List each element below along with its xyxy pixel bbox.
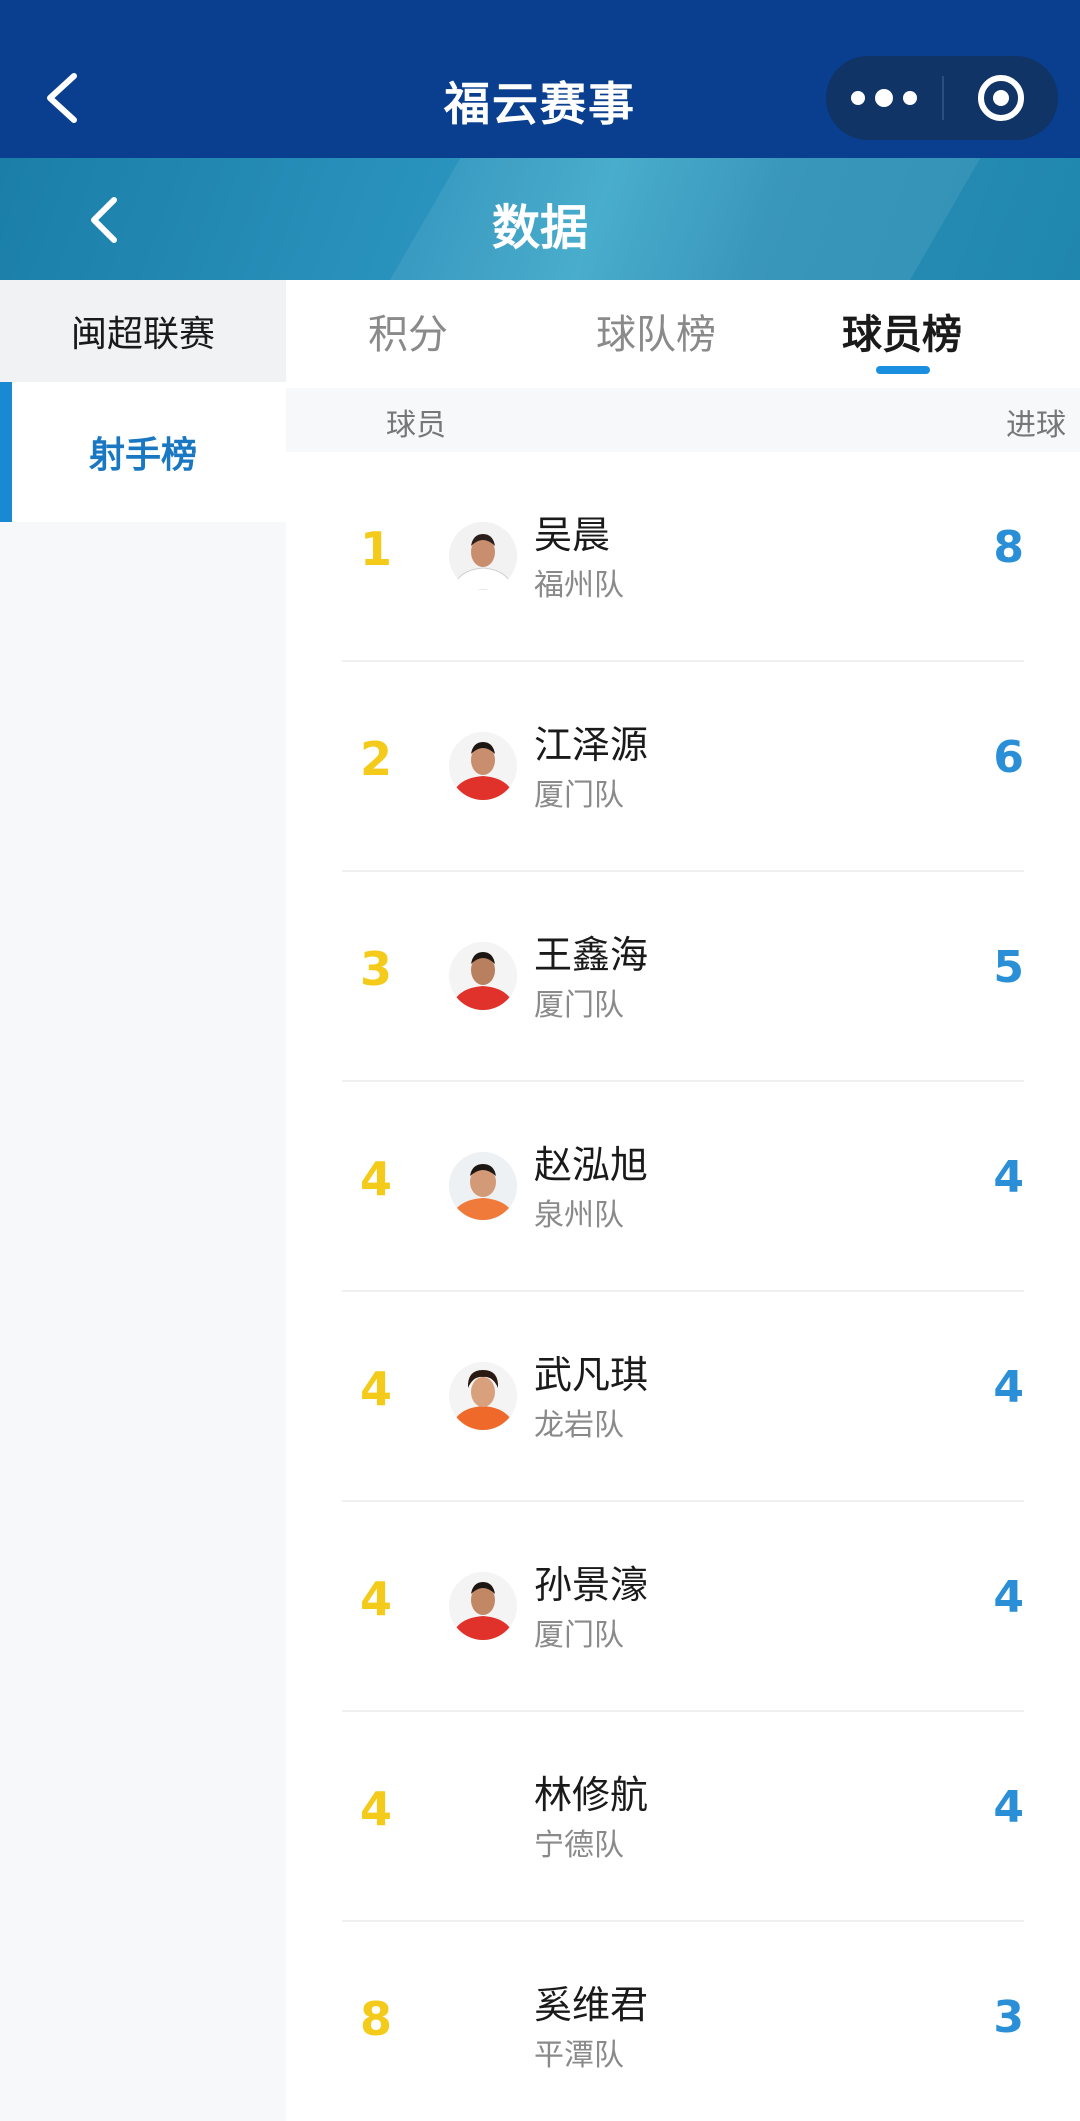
table-row[interactable]: 8 奚维君 平潭队 3 xyxy=(286,1922,1080,2121)
miniprogram-capsule xyxy=(826,56,1058,140)
player-name: 武凡琪 xyxy=(534,1353,649,1397)
team-name: 宁德队 xyxy=(534,1828,624,1863)
player-name: 江泽源 xyxy=(534,723,649,767)
player-name: 林修航 xyxy=(534,1773,649,1817)
player-name: 王鑫海 xyxy=(534,933,649,977)
team-name: 龙岩队 xyxy=(534,1408,624,1443)
player-name: 赵泓旭 xyxy=(534,1143,649,1187)
sidebar: 闽超联赛 射手榜 xyxy=(0,280,286,2121)
goal-count: 3 xyxy=(993,1992,1024,2043)
page-header: 数据 xyxy=(0,158,1080,280)
rank-number: 3 xyxy=(360,942,393,996)
table-row[interactable]: 2 江泽源 厦门队 6 xyxy=(286,662,1080,872)
main-panel: 积分 球队榜 球员榜 球员 进球 1 吴晨 福州队 8 2 江泽源 厦门队 6 xyxy=(286,280,1080,2121)
more-icon[interactable] xyxy=(826,56,942,140)
player-name: 奚维君 xyxy=(534,1983,649,2027)
rank-number: 4 xyxy=(360,1782,393,1836)
player-avatar-icon xyxy=(449,1362,517,1430)
rank-number: 2 xyxy=(360,732,393,786)
goal-count: 4 xyxy=(993,1572,1024,1623)
team-name: 厦门队 xyxy=(534,778,624,813)
tab-bar: 积分 球队榜 球员榜 xyxy=(286,280,1080,388)
table-row[interactable]: 4 林修航 宁德队 4 xyxy=(286,1712,1080,1922)
player-avatar-icon xyxy=(449,732,517,800)
tab-standings[interactable]: 积分 xyxy=(368,302,448,360)
player-name: 吴晨 xyxy=(534,513,611,557)
player-avatar-icon xyxy=(449,522,517,590)
team-name: 厦门队 xyxy=(534,988,624,1023)
rank-number: 8 xyxy=(360,1992,393,2046)
tab-player-ranking[interactable]: 球员榜 xyxy=(842,302,962,360)
team-name: 平潭队 xyxy=(534,2038,624,2073)
player-avatar-icon xyxy=(449,942,517,1010)
goal-count: 5 xyxy=(993,942,1024,993)
table-row[interactable]: 3 王鑫海 厦门队 5 xyxy=(286,872,1080,1082)
player-avatar-icon xyxy=(449,1572,517,1640)
rank-number: 4 xyxy=(360,1572,393,1626)
top-navigation-bar: 福云赛事 xyxy=(0,0,1080,158)
player-avatar-icon xyxy=(449,1152,517,1220)
tab-team-ranking[interactable]: 球队榜 xyxy=(596,302,716,360)
column-header-goals: 进球 xyxy=(1006,408,1066,443)
table-header: 球员 进球 xyxy=(286,388,1080,452)
table-row[interactable]: 4 赵泓旭 泉州队 4 xyxy=(286,1082,1080,1292)
team-name: 福州队 xyxy=(534,568,624,603)
rank-number: 4 xyxy=(360,1362,393,1416)
column-header-player: 球员 xyxy=(386,408,446,443)
page-title: 数据 xyxy=(491,200,588,256)
goal-count: 4 xyxy=(993,1362,1024,1413)
team-name: 泉州队 xyxy=(534,1198,624,1233)
sidebar-item-top-scorers[interactable]: 射手榜 xyxy=(0,382,286,522)
table-row[interactable]: 4 武凡琪 龙岩队 4 xyxy=(286,1292,1080,1502)
table-row[interactable]: 4 孙景濠 厦门队 4 xyxy=(286,1502,1080,1712)
team-name: 厦门队 xyxy=(534,1618,624,1653)
active-tab-indicator xyxy=(876,366,930,374)
player-name: 孙景濠 xyxy=(534,1563,649,1607)
sidebar-item-league[interactable]: 闽超联赛 xyxy=(0,280,286,382)
goal-count: 6 xyxy=(993,732,1024,783)
goal-count: 4 xyxy=(993,1152,1024,1203)
table-row[interactable]: 1 吴晨 福州队 8 xyxy=(286,452,1080,662)
rank-number: 1 xyxy=(360,522,393,576)
goal-count: 8 xyxy=(993,522,1024,573)
goal-count: 4 xyxy=(993,1782,1024,1833)
close-target-icon[interactable] xyxy=(944,56,1058,140)
rank-number: 4 xyxy=(360,1152,393,1206)
